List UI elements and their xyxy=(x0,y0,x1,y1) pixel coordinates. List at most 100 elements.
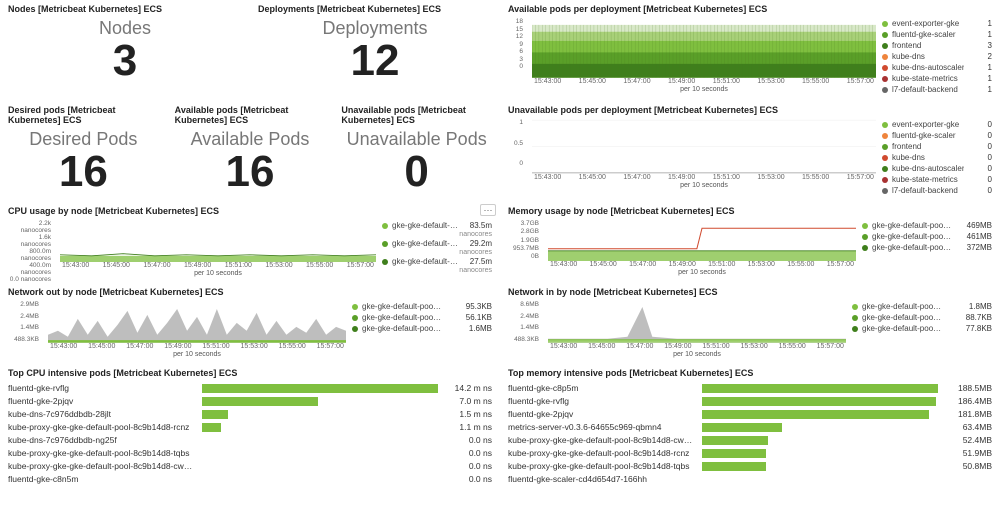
hbar-row[interactable]: kube-proxy-gke-gke-default-pool-8c9b14d8… xyxy=(8,421,492,434)
legend: event-exporter-gke1fluentd-gke-scaler1fr… xyxy=(882,18,992,95)
legend-item[interactable]: gke-gke-default-pool-…56.1KB xyxy=(352,312,492,323)
legend-label: kube-dns xyxy=(892,153,925,162)
chart-area[interactable]: 15:43:0015:45:0015:47:0015:49:0015:51:00… xyxy=(548,301,846,358)
legend-item[interactable]: event-exporter-gke0 xyxy=(882,119,992,130)
legend-dot-icon xyxy=(352,326,358,332)
hbar-row[interactable]: kube-dns-7c976ddbdb-28jlt1.5 m ns xyxy=(8,408,492,421)
legend-value: 469MB xyxy=(963,221,992,230)
legend-item[interactable]: gke-gke-default-pool-…1.8MB xyxy=(852,301,992,312)
hbar-track xyxy=(202,423,438,432)
y-tick: 2.8GB xyxy=(508,228,539,235)
legend-item[interactable]: kube-dns-autoscaler1 xyxy=(882,62,992,73)
legend-item[interactable]: kube-state-metrics0 xyxy=(882,174,992,185)
hbar-value: 186.4MB xyxy=(942,396,992,406)
hbar-row[interactable]: kube-proxy-gke-gke-default-pool-8c9b14d8… xyxy=(508,460,992,473)
legend-item[interactable]: gke-gke-default-p…27.5m xyxy=(382,256,492,267)
hbar-fill xyxy=(702,410,929,419)
y-tick: 1 xyxy=(508,119,523,126)
legend-value: 0 xyxy=(984,142,992,151)
legend-dot-icon xyxy=(352,304,358,310)
legend-item[interactable]: l7-default-backend0 xyxy=(882,185,992,196)
hbar-row[interactable]: kube-proxy-gke-gke-default-pool-8c9b14d8… xyxy=(508,434,992,447)
hbar-value: 51.9MB xyxy=(942,448,992,458)
y-tick: 400.0m nanocores xyxy=(8,262,51,276)
x-tick: 15:51:00 xyxy=(202,343,229,350)
hbar-row[interactable]: fluentd-gke-c8n5m0.0 ns xyxy=(8,473,492,486)
x-axis-ticks: 15:43:0015:45:0015:47:0015:49:0015:51:00… xyxy=(48,343,346,350)
chart-area[interactable]: 15:43:0015:45:0015:47:0015:49:0015:51:00… xyxy=(532,119,876,196)
legend-label: kube-state-metrics xyxy=(892,74,958,83)
legend-value: 1 xyxy=(984,19,992,28)
legend-item[interactable]: frontend3 xyxy=(882,40,992,51)
panel-title: Top memory intensive pods [Metricbeat Ku… xyxy=(508,368,992,378)
x-tick: 15:55:00 xyxy=(279,343,306,350)
y-tick: 2.9MB xyxy=(8,301,39,308)
legend-item[interactable]: gke-gke-default-p…83.5m xyxy=(382,220,492,231)
panel-nodes: Nodes [Metricbeat Kubernetes] ECS Nodes … xyxy=(0,0,250,101)
legend-item[interactable]: l7-default-backend1 xyxy=(882,84,992,95)
legend-item[interactable]: gke-gke-default-pool-…77.8KB xyxy=(852,323,992,334)
x-tick: 15:53:00 xyxy=(265,262,292,269)
hbar-label: fluentd-gke-c8p5m xyxy=(508,383,698,393)
metric-value: 0 xyxy=(341,150,492,194)
legend-item[interactable]: gke-gke-default-pool-…1.6MB xyxy=(352,323,492,334)
legend-item[interactable]: gke-gke-default-p…29.2m xyxy=(382,238,492,249)
x-tick: 15:55:00 xyxy=(779,343,806,350)
hbar-row[interactable]: fluentd-gke-2pjqv181.8MB xyxy=(508,408,992,421)
legend-item[interactable]: event-exporter-gke1 xyxy=(882,18,992,29)
legend-item[interactable]: gke-gke-default-pool-…469MB xyxy=(862,220,992,231)
legend-dot-icon xyxy=(382,259,388,265)
hbar-fill xyxy=(702,436,768,445)
x-axis-label: per 10 seconds xyxy=(532,86,876,93)
legend-item[interactable]: kube-dns0 xyxy=(882,152,992,163)
y-axis: 10.50 xyxy=(508,119,526,167)
legend-item[interactable]: frontend0 xyxy=(882,141,992,152)
legend-item[interactable]: gke-gke-default-pool-…461MB xyxy=(862,231,992,242)
panel-menu-icon[interactable]: ⋯ xyxy=(480,204,496,216)
legend-item[interactable]: gke-gke-default-pool-…95.3KB xyxy=(352,301,492,312)
hbar-value: 52.4MB xyxy=(942,435,992,445)
hbar-row[interactable]: kube-proxy-gke-gke-default-pool-8c9b14d8… xyxy=(8,447,492,460)
legend-item[interactable]: gke-gke-default-pool-…372MB xyxy=(862,242,992,253)
chart-area[interactable]: 15:43:0015:45:0015:47:0015:49:0015:51:00… xyxy=(48,301,346,358)
legend-item[interactable]: fluentd-gke-scaler0 xyxy=(882,130,992,141)
y-tick: 0 xyxy=(508,63,523,70)
x-axis-ticks: 15:43:0015:45:0015:47:0015:49:0015:51:00… xyxy=(60,262,376,269)
legend-label: gke-gke-default-p… xyxy=(392,239,462,248)
hbar-row[interactable]: fluentd-gke-2pjqv7.0 m ns xyxy=(8,395,492,408)
y-axis: 8.6MB2.4MB1.4MB488.3KB xyxy=(508,301,542,343)
legend-item[interactable]: fluentd-gke-scaler1 xyxy=(882,29,992,40)
legend-item[interactable]: kube-dns-autoscaler0 xyxy=(882,163,992,174)
legend-item[interactable]: kube-dns2 xyxy=(882,51,992,62)
hbar-row[interactable]: metrics-server-v0.3.6-64655c969-qbmn463.… xyxy=(508,421,992,434)
hbar-row[interactable]: kube-proxy-gke-gke-default-pool-8c9b14d8… xyxy=(508,447,992,460)
hbar-row[interactable]: fluentd-gke-rvflg186.4MB xyxy=(508,395,992,408)
legend-value: 1 xyxy=(984,63,992,72)
hbar-row[interactable]: fluentd-gke-scaler-cd4d654d7-166hh xyxy=(508,473,992,486)
y-tick: 800.0m nanocores xyxy=(8,248,51,262)
hbar-row[interactable]: fluentd-gke-rvflg14.2 m ns xyxy=(8,382,492,395)
hbar-fill xyxy=(202,410,228,419)
y-tick: 0B xyxy=(508,253,539,260)
chart-area[interactable]: 15:43:0015:45:0015:47:0015:49:0015:51:00… xyxy=(532,18,876,95)
legend-value: 2 xyxy=(984,52,992,61)
hbar-row[interactable]: kube-dns-7c976ddbdb-ng25f0.0 ns xyxy=(8,434,492,447)
legend-dot-icon xyxy=(882,54,888,60)
hbar-label: kube-proxy-gke-gke-default-pool-8c9b14d8… xyxy=(8,448,198,458)
hbar-row[interactable]: kube-proxy-gke-gke-default-pool-8c9b14d8… xyxy=(8,460,492,473)
x-tick: 15:45:00 xyxy=(590,261,617,268)
hbar-row[interactable]: fluentd-gke-c8p5m188.5MB xyxy=(508,382,992,395)
legend-label: gke-gke-default-pool-… xyxy=(362,313,442,322)
legend-item[interactable]: kube-state-metrics1 xyxy=(882,73,992,84)
chart-area[interactable]: 15:43:0015:45:0015:47:0015:49:0015:51:00… xyxy=(548,220,856,276)
y-tick: 0.0 nanocores xyxy=(8,276,51,283)
y-tick: 953.7MB xyxy=(508,245,539,252)
panel-title: Deployments [Metricbeat Kubernetes] ECS xyxy=(258,4,492,14)
legend-item[interactable]: gke-gke-default-pool-…88.7KB xyxy=(852,312,992,323)
legend-dot-icon xyxy=(352,315,358,321)
hbar-value: 50.8MB xyxy=(942,461,992,471)
legend-label: gke-gke-default-pool-… xyxy=(862,302,942,311)
legend: gke-gke-default-pool-…95.3KBgke-gke-defa… xyxy=(352,301,492,358)
hbar-label: fluentd-gke-scaler-cd4d654d7-166hh xyxy=(508,474,698,484)
chart-area[interactable]: 15:43:0015:45:0015:47:0015:49:0015:51:00… xyxy=(60,220,376,277)
